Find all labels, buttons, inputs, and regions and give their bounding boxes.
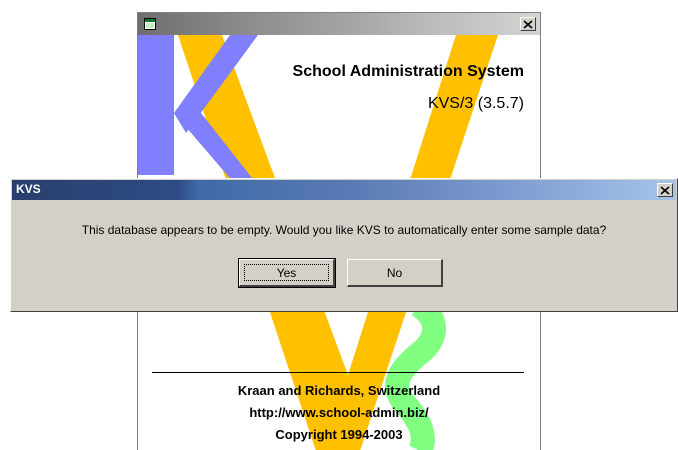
dialog-title: KVS <box>16 182 41 196</box>
product-name: School Administration System <box>292 63 524 80</box>
dialog-titlebar: KVS <box>12 180 676 200</box>
yes-button[interactable]: Yes <box>238 258 336 288</box>
dialog-message: This database appears to be empty. Would… <box>81 223 607 237</box>
no-button-label: No <box>386 265 403 280</box>
no-button[interactable]: No <box>347 259 443 287</box>
product-version: KVS/3 (3.5.7) <box>427 95 524 112</box>
credit-copyright: Copyright 1994-2003 <box>275 427 403 442</box>
close-icon <box>660 185 670 195</box>
window-app-icon <box>144 17 156 30</box>
splash-divider <box>152 372 524 373</box>
focus-rect <box>244 264 329 281</box>
close-icon <box>523 19 533 29</box>
dialog-close-button[interactable] <box>657 183 673 197</box>
splash-titlebar <box>138 13 540 35</box>
credit-url: http://www.school-admin.biz/ <box>249 405 429 420</box>
kvs-dialog: KVS This database appears to be empty. W… <box>10 178 678 312</box>
splash-close-button[interactable] <box>520 17 536 31</box>
credit-company: Kraan and Richards, Switzerland <box>237 383 441 398</box>
